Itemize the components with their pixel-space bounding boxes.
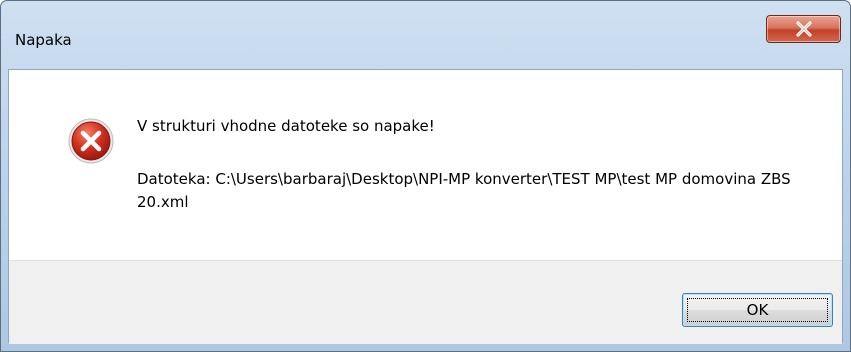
close-icon [795, 21, 812, 37]
close-button[interactable] [766, 15, 841, 43]
error-message: V strukturi vhodne datoteke so napake! [137, 117, 435, 135]
error-icon [68, 118, 114, 164]
focus-ring [687, 298, 828, 322]
message-area: V strukturi vhodne datoteke so napake! D… [9, 70, 842, 260]
ok-button[interactable]: OK [682, 293, 833, 327]
button-bar: OK [9, 260, 842, 344]
error-detail: Datoteka: C:\Users\barbaraj\Desktop\NPI-… [137, 170, 791, 211]
window-title: Napaka [15, 31, 72, 49]
error-dialog: Napaka V strukturi vhodne datoteke so na… [0, 0, 851, 352]
dialog-content: V strukturi vhodne datoteke so napake! D… [8, 69, 843, 344]
title-bar[interactable]: Napaka [1, 1, 850, 69]
